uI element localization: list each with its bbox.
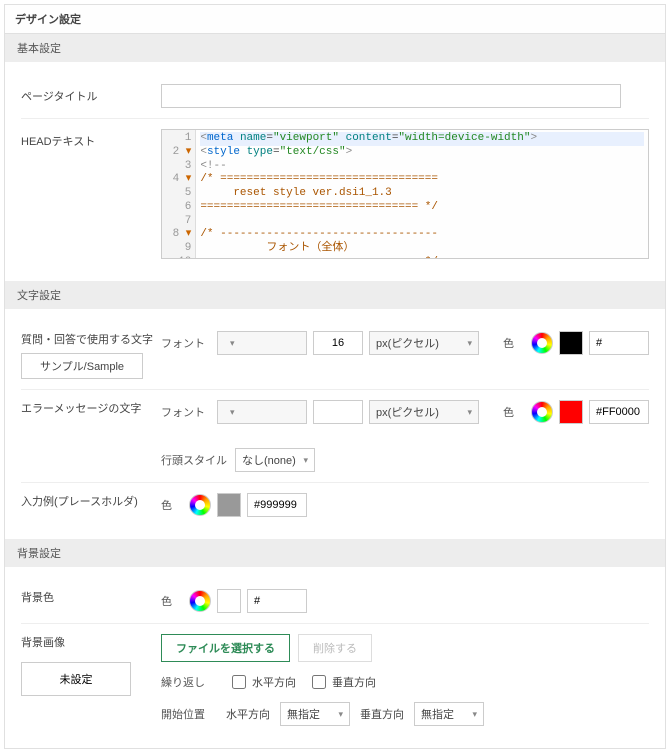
pos-h-label: 水平方向 bbox=[226, 706, 270, 722]
page-title-label: ページタイトル bbox=[21, 84, 161, 104]
repeat-v-checkbox[interactable] bbox=[312, 675, 326, 689]
section-basic-header: 基本設定 bbox=[5, 34, 665, 62]
code-body[interactable]: <meta name="viewport" content="width=dev… bbox=[196, 130, 648, 258]
qa-font-label: 質問・回答で使用する文字 bbox=[21, 331, 161, 347]
pos-label: 開始位置 bbox=[161, 706, 216, 722]
head-text-editor[interactable]: 12 ▾34 ▾5678 ▾91011 ▾ <meta name="viewpo… bbox=[161, 129, 649, 259]
color-wheel-icon[interactable] bbox=[189, 494, 211, 516]
color-wheel-icon[interactable] bbox=[531, 332, 553, 354]
repeat-h-checkbox[interactable] bbox=[232, 675, 246, 689]
error-font-unit-select[interactable]: px(ピクセル) bbox=[369, 400, 479, 424]
pos-h-select[interactable]: 無指定 bbox=[280, 702, 350, 726]
font-sublabel: フォント bbox=[161, 335, 205, 351]
bg-image-label: 背景画像 bbox=[21, 634, 161, 650]
pos-v-select[interactable]: 無指定 bbox=[414, 702, 484, 726]
bgc-color-label: 色 bbox=[161, 593, 177, 609]
qa-font-size-input[interactable] bbox=[313, 331, 363, 355]
section-text-header: 文字設定 bbox=[5, 281, 665, 309]
pos-v-label: 垂直方向 bbox=[360, 706, 404, 722]
select-file-button[interactable]: ファイルを選択する bbox=[161, 634, 290, 662]
bg-unset-button[interactable]: 未設定 bbox=[21, 662, 131, 696]
font-sublabel: フォント bbox=[161, 404, 205, 420]
head-text-label: HEADテキスト bbox=[21, 129, 161, 149]
delete-file-button: 削除する bbox=[298, 634, 372, 662]
placeholder-label: 入力例(プレースホルダ) bbox=[21, 493, 161, 509]
code-gutter: 12 ▾34 ▾5678 ▾91011 ▾ bbox=[162, 130, 196, 258]
error-font-label: エラーメッセージの文字 bbox=[21, 400, 161, 416]
repeat-h-label: 水平方向 bbox=[252, 674, 296, 690]
error-font-size-input[interactable] bbox=[313, 400, 363, 424]
color-wheel-icon[interactable] bbox=[531, 401, 553, 423]
qa-font-family-select[interactable] bbox=[217, 331, 307, 355]
repeat-v-label: 垂直方向 bbox=[332, 674, 376, 690]
bg-color-hex-input[interactable] bbox=[247, 589, 307, 613]
error-color-swatch[interactable] bbox=[559, 400, 583, 424]
ph-color-label: 色 bbox=[161, 497, 177, 513]
ph-color-swatch[interactable] bbox=[217, 493, 241, 517]
bg-color-label: 背景色 bbox=[21, 589, 161, 605]
page-title-input[interactable] bbox=[161, 84, 621, 108]
panel-title: デザイン設定 bbox=[5, 5, 665, 34]
qa-font-unit-select[interactable]: px(ピクセル) bbox=[369, 331, 479, 355]
qa-color-label: 色 bbox=[503, 335, 519, 351]
error-color-label: 色 bbox=[503, 404, 519, 420]
section-bg-header: 背景設定 bbox=[5, 539, 665, 567]
bg-color-swatch[interactable] bbox=[217, 589, 241, 613]
qa-color-hex-input[interactable] bbox=[589, 331, 649, 355]
line-style-select[interactable]: なし(none) bbox=[235, 448, 315, 472]
sample-button[interactable]: サンプル/Sample bbox=[21, 353, 143, 379]
error-color-hex-input[interactable] bbox=[589, 400, 649, 424]
qa-color-swatch[interactable] bbox=[559, 331, 583, 355]
error-font-family-select[interactable] bbox=[217, 400, 307, 424]
repeat-label: 繰り返し bbox=[161, 674, 216, 690]
line-style-label: 行頭スタイル bbox=[161, 452, 227, 468]
ph-color-hex-input[interactable] bbox=[247, 493, 307, 517]
color-wheel-icon[interactable] bbox=[189, 590, 211, 612]
